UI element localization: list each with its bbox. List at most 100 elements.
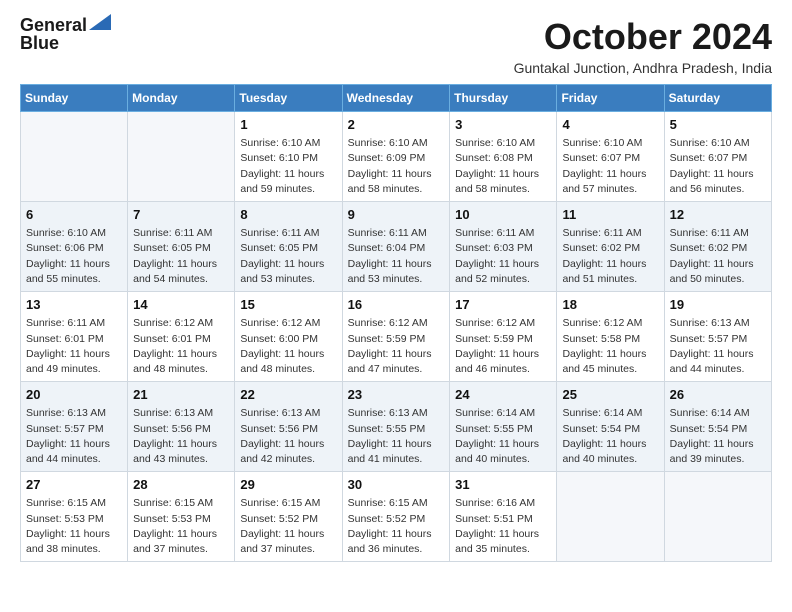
day-number: 19 — [670, 296, 766, 314]
day-info: Sunrise: 6:16 AMSunset: 5:51 PMDaylight:… — [455, 496, 551, 557]
day-number: 21 — [133, 386, 229, 404]
location-subtitle: Guntakal Junction, Andhra Pradesh, India — [514, 60, 772, 76]
month-title: October 2024 — [514, 16, 772, 58]
calendar-cell: 18 Sunrise: 6:12 AMSunset: 5:58 PMDayligh… — [557, 292, 664, 382]
day-number: 28 — [133, 476, 229, 494]
day-info: Sunrise: 6:10 AMSunset: 6:09 PMDaylight:… — [348, 136, 445, 197]
calendar-cell — [128, 112, 235, 202]
calendar-cell: 3 Sunrise: 6:10 AMSunset: 6:08 PMDaylight… — [450, 112, 557, 202]
day-number: 20 — [26, 386, 122, 404]
day-number: 25 — [562, 386, 658, 404]
day-info: Sunrise: 6:14 AMSunset: 5:54 PMDaylight:… — [562, 406, 658, 467]
day-number: 23 — [348, 386, 445, 404]
day-info: Sunrise: 6:12 AMSunset: 6:01 PMDaylight:… — [133, 316, 229, 377]
calendar-cell: 28 Sunrise: 6:15 AMSunset: 5:53 PMDayligh… — [128, 472, 235, 562]
day-number: 27 — [26, 476, 122, 494]
calendar-cell — [557, 472, 664, 562]
day-info: Sunrise: 6:13 AMSunset: 5:57 PMDaylight:… — [670, 316, 766, 377]
weekday-header-friday: Friday — [557, 85, 664, 112]
day-info: Sunrise: 6:11 AMSunset: 6:03 PMDaylight:… — [455, 226, 551, 287]
day-info: Sunrise: 6:13 AMSunset: 5:56 PMDaylight:… — [240, 406, 336, 467]
calendar-week-1: 1 Sunrise: 6:10 AMSunset: 6:10 PMDaylight… — [21, 112, 772, 202]
day-number: 17 — [455, 296, 551, 314]
day-number: 12 — [670, 206, 766, 224]
calendar-cell: 17 Sunrise: 6:12 AMSunset: 5:59 PMDayligh… — [450, 292, 557, 382]
day-info: Sunrise: 6:12 AMSunset: 6:00 PMDaylight:… — [240, 316, 336, 377]
calendar-week-3: 13 Sunrise: 6:11 AMSunset: 6:01 PMDayligh… — [21, 292, 772, 382]
day-info: Sunrise: 6:14 AMSunset: 5:55 PMDaylight:… — [455, 406, 551, 467]
calendar-cell: 1 Sunrise: 6:10 AMSunset: 6:10 PMDaylight… — [235, 112, 342, 202]
day-number: 5 — [670, 116, 766, 134]
calendar-cell: 10 Sunrise: 6:11 AMSunset: 6:03 PMDayligh… — [450, 202, 557, 292]
calendar-cell: 26 Sunrise: 6:14 AMSunset: 5:54 PMDayligh… — [664, 382, 771, 472]
day-info: Sunrise: 6:11 AMSunset: 6:05 PMDaylight:… — [133, 226, 229, 287]
day-number: 6 — [26, 206, 122, 224]
weekday-header-row: SundayMondayTuesdayWednesdayThursdayFrid… — [21, 85, 772, 112]
day-info: Sunrise: 6:15 AMSunset: 5:53 PMDaylight:… — [133, 496, 229, 557]
day-number: 1 — [240, 116, 336, 134]
calendar-cell: 7 Sunrise: 6:11 AMSunset: 6:05 PMDaylight… — [128, 202, 235, 292]
day-info: Sunrise: 6:13 AMSunset: 5:56 PMDaylight:… — [133, 406, 229, 467]
calendar-cell: 15 Sunrise: 6:12 AMSunset: 6:00 PMDayligh… — [235, 292, 342, 382]
calendar-cell: 14 Sunrise: 6:12 AMSunset: 6:01 PMDayligh… — [128, 292, 235, 382]
day-number: 15 — [240, 296, 336, 314]
calendar-cell: 12Sunrise: 6:11 AMSunset: 6:02 PMDayligh… — [664, 202, 771, 292]
day-info: Sunrise: 6:10 AMSunset: 6:08 PMDaylight:… — [455, 136, 551, 197]
calendar-cell: 13 Sunrise: 6:11 AMSunset: 6:01 PMDayligh… — [21, 292, 128, 382]
day-number: 18 — [562, 296, 658, 314]
day-info: Sunrise: 6:15 AMSunset: 5:52 PMDaylight:… — [240, 496, 336, 557]
weekday-header-sunday: Sunday — [21, 85, 128, 112]
calendar-cell: 4Sunrise: 6:10 AMSunset: 6:07 PMDaylight… — [557, 112, 664, 202]
calendar-week-4: 20 Sunrise: 6:13 AMSunset: 5:57 PMDayligh… — [21, 382, 772, 472]
calendar-cell: 27Sunrise: 6:15 AMSunset: 5:53 PMDayligh… — [21, 472, 128, 562]
day-info: Sunrise: 6:13 AMSunset: 5:57 PMDaylight:… — [26, 406, 122, 467]
weekday-header-monday: Monday — [128, 85, 235, 112]
day-info: Sunrise: 6:11 AMSunset: 6:01 PMDaylight:… — [26, 316, 122, 377]
day-info: Sunrise: 6:14 AMSunset: 5:54 PMDaylight:… — [670, 406, 766, 467]
weekday-header-tuesday: Tuesday — [235, 85, 342, 112]
day-number: 14 — [133, 296, 229, 314]
day-number: 4 — [562, 116, 658, 134]
day-info: Sunrise: 6:10 AMSunset: 6:07 PMDaylight:… — [670, 136, 766, 197]
weekday-header-thursday: Thursday — [450, 85, 557, 112]
header: General Blue October 2024 Guntakal Junct… — [20, 16, 772, 76]
day-number: 3 — [455, 116, 551, 134]
day-number: 9 — [348, 206, 445, 224]
day-number: 11 — [562, 206, 658, 224]
calendar-cell: 31 Sunrise: 6:16 AMSunset: 5:51 PMDayligh… — [450, 472, 557, 562]
day-info: Sunrise: 6:11 AMSunset: 6:04 PMDaylight:… — [348, 226, 445, 287]
calendar-table: SundayMondayTuesdayWednesdayThursdayFrid… — [20, 84, 772, 562]
day-info: Sunrise: 6:10 AMSunset: 6:10 PMDaylight:… — [240, 136, 336, 197]
calendar-cell: 6Sunrise: 6:10 AMSunset: 6:06 PMDaylight… — [21, 202, 128, 292]
calendar-week-5: 27 Sunrise: 6:15 AMSunset: 5:53 PMDayligh… — [21, 472, 772, 562]
calendar-cell — [664, 472, 771, 562]
day-number: 7 — [133, 206, 229, 224]
day-number: 8 — [240, 206, 336, 224]
calendar-cell: 19 Sunrise: 6:13 AMSunset: 5:57 PMDayligh… — [664, 292, 771, 382]
day-number: 22 — [240, 386, 336, 404]
day-info: Sunrise: 6:12 AMSunset: 5:59 PMDaylight:… — [348, 316, 445, 377]
day-info: Sunrise: 6:11 AMSunset: 6:02 PMDaylight:… — [562, 226, 658, 287]
day-info: Sunrise: 6:13 AMSunset: 5:55 PMDaylight:… — [348, 406, 445, 467]
day-number: 31 — [455, 476, 551, 494]
calendar-cell: 30Sunrise: 6:15 AMSunset: 5:52 PMDayligh… — [342, 472, 450, 562]
weekday-header-saturday: Saturday — [664, 85, 771, 112]
logo-icon — [89, 14, 111, 30]
day-number: 26 — [670, 386, 766, 404]
day-info: Sunrise: 6:15 AMSunset: 5:52 PMDaylight:… — [348, 496, 445, 557]
day-number: 13 — [26, 296, 122, 314]
calendar-cell: 11 Sunrise: 6:11 AMSunset: 6:02 PMDayligh… — [557, 202, 664, 292]
day-info: Sunrise: 6:12 AMSunset: 5:59 PMDaylight:… — [455, 316, 551, 377]
calendar-cell: 22 Sunrise: 6:13 AMSunset: 5:56 PMDayligh… — [235, 382, 342, 472]
day-number: 10 — [455, 206, 551, 224]
day-number: 29 — [240, 476, 336, 494]
calendar-cell: 25 Sunrise: 6:14 AMSunset: 5:54 PMDayligh… — [557, 382, 664, 472]
calendar-cell: 2Sunrise: 6:10 AMSunset: 6:09 PMDaylight… — [342, 112, 450, 202]
calendar-cell: 16 Sunrise: 6:12 AMSunset: 5:59 PMDayligh… — [342, 292, 450, 382]
day-number: 16 — [348, 296, 445, 314]
logo: General Blue — [20, 16, 111, 54]
calendar-cell — [21, 112, 128, 202]
title-area: October 2024 Guntakal Junction, Andhra P… — [514, 16, 772, 76]
day-info: Sunrise: 6:12 AMSunset: 5:58 PMDaylight:… — [562, 316, 658, 377]
calendar-cell: 23 Sunrise: 6:13 AMSunset: 5:55 PMDayligh… — [342, 382, 450, 472]
